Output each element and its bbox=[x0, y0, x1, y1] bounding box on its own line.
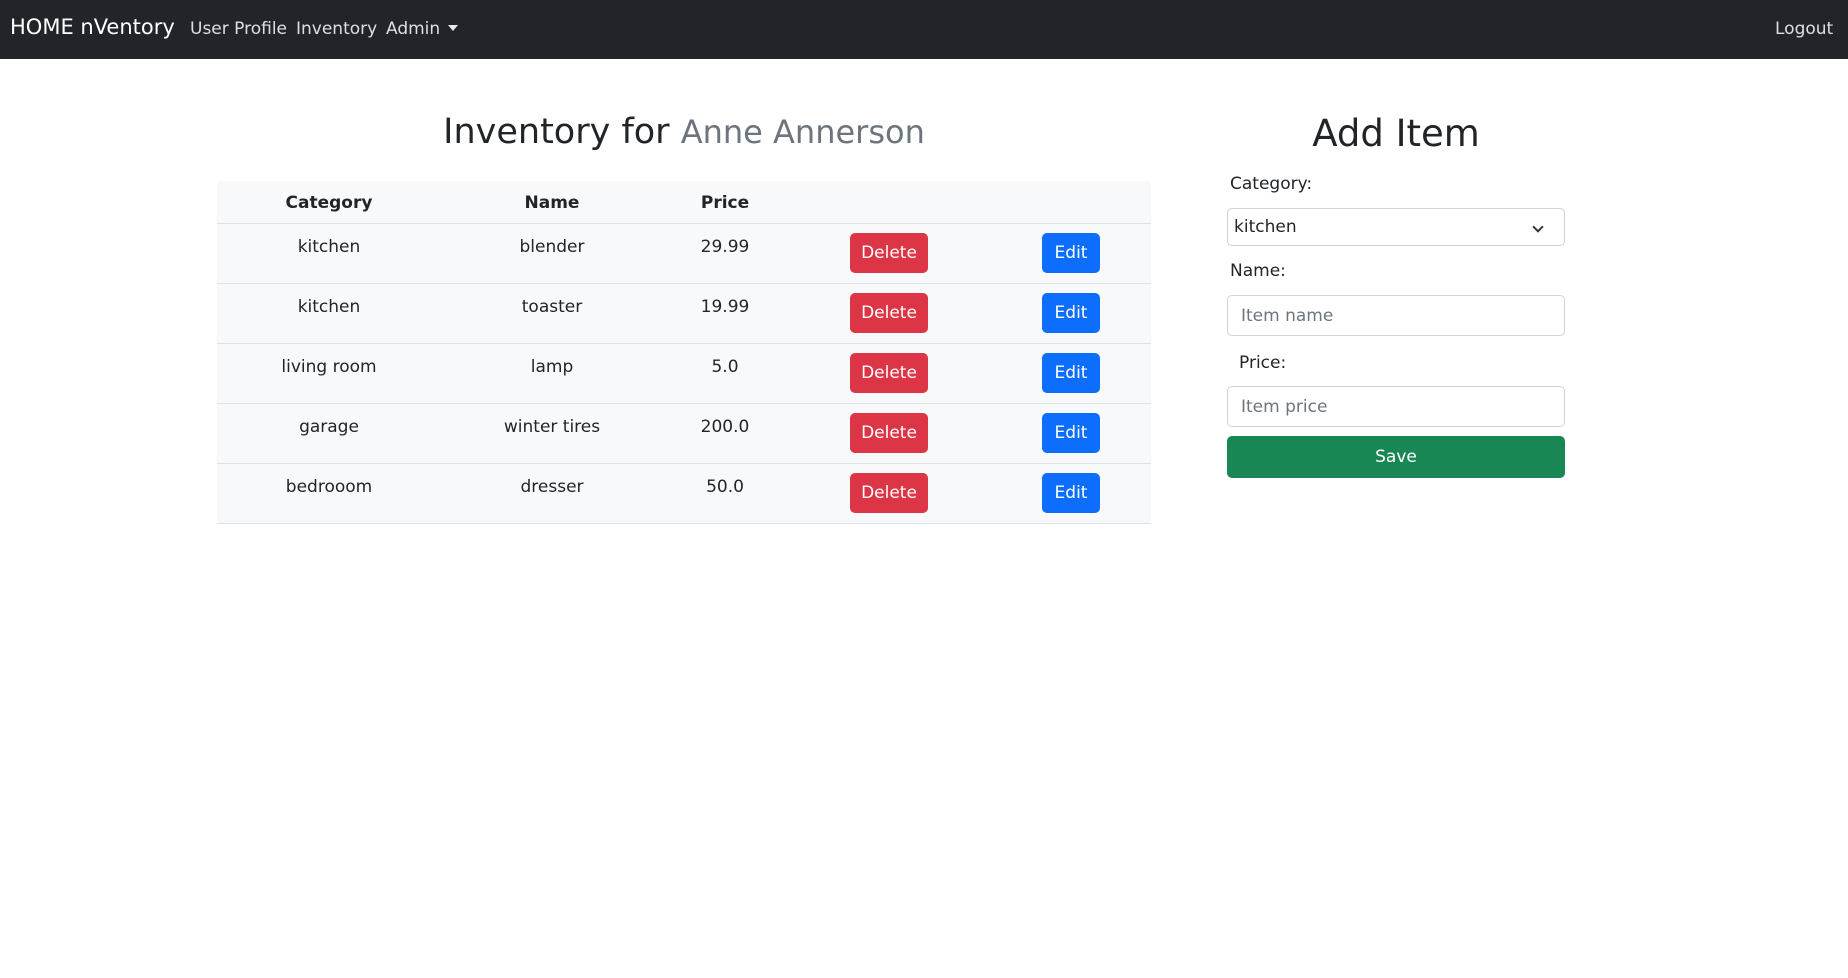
nav-admin-dropdown[interactable]: Admin bbox=[386, 19, 459, 39]
delete-button[interactable]: Delete bbox=[850, 413, 928, 453]
inventory-owner-name: Anne Annerson bbox=[680, 113, 925, 151]
name-label: Name: bbox=[1230, 261, 1286, 281]
cell-category: kitchen bbox=[297, 237, 361, 257]
cell-category: garage bbox=[299, 417, 359, 437]
nav-inventory[interactable]: Inventory bbox=[296, 19, 377, 39]
header-name: Name bbox=[524, 193, 580, 213]
table-row: living room lamp 5.0 Delete Edit bbox=[217, 344, 1151, 404]
caret-down-icon bbox=[448, 25, 459, 31]
category-select-value: kitchen bbox=[1234, 217, 1297, 237]
cell-price: 19.99 bbox=[700, 297, 750, 317]
edit-button[interactable]: Edit bbox=[1042, 293, 1100, 333]
brand-link[interactable]: HOME nVentory bbox=[10, 15, 175, 39]
cell-name: dresser bbox=[520, 477, 584, 497]
table-body: kitchen blender 29.99 Delete Edit kitchen toas… bbox=[217, 224, 1151, 524]
cell-price: 200.0 bbox=[700, 417, 750, 437]
cell-name: toaster bbox=[521, 297, 583, 317]
add-item-title: Add Item bbox=[1312, 112, 1480, 155]
cell-category: kitchen bbox=[297, 297, 361, 317]
inventory-title-prefix: Inventory for bbox=[443, 112, 670, 152]
item-name-input[interactable] bbox=[1227, 295, 1565, 336]
price-label: Price: bbox=[1239, 353, 1287, 373]
cell-name: blender bbox=[519, 237, 585, 257]
category-select[interactable]: kitchen bbox=[1227, 208, 1565, 246]
table-header-row: Category Name Price bbox=[217, 181, 1151, 224]
header-price: Price bbox=[700, 193, 750, 213]
item-price-input[interactable] bbox=[1227, 386, 1565, 427]
header-category: Category bbox=[285, 193, 373, 213]
cell-name: winter tires bbox=[503, 417, 601, 437]
cell-name: lamp bbox=[530, 357, 574, 377]
delete-button[interactable]: Delete bbox=[850, 293, 928, 333]
cell-category: bedrooom bbox=[285, 477, 373, 497]
save-button[interactable]: Save bbox=[1227, 436, 1565, 478]
nav-admin-label: Admin bbox=[386, 19, 441, 39]
edit-button[interactable]: Edit bbox=[1042, 233, 1100, 273]
delete-button[interactable]: Delete bbox=[850, 233, 928, 273]
edit-button[interactable]: Edit bbox=[1042, 413, 1100, 453]
category-label: Category: bbox=[1230, 174, 1313, 194]
inventory-table: Category Name Price kitchen blender 29.99 D… bbox=[217, 181, 1151, 524]
edit-button[interactable]: Edit bbox=[1042, 473, 1100, 513]
edit-button[interactable]: Edit bbox=[1042, 353, 1100, 393]
nav-user-profile[interactable]: User Profile bbox=[190, 19, 287, 39]
delete-button[interactable]: Delete bbox=[850, 353, 928, 393]
cell-price: 5.0 bbox=[711, 357, 739, 377]
inventory-title: Inventory for Anne Annerson bbox=[217, 112, 1151, 152]
table-row: kitchen blender 29.99 Delete Edit bbox=[217, 224, 1151, 284]
chevron-down-icon bbox=[1532, 221, 1544, 233]
nav-logout[interactable]: Logout bbox=[1775, 19, 1833, 39]
cell-price: 50.0 bbox=[706, 477, 744, 497]
table-row: garage winter tires 200.0 Delete Edit bbox=[217, 404, 1151, 464]
cell-category: living room bbox=[281, 357, 377, 377]
table-row: bedrooom dresser 50.0 Delete Edit bbox=[217, 464, 1151, 524]
cell-price: 29.99 bbox=[700, 237, 750, 257]
top-navbar: HOME nVentory User Profile Inventory Adm… bbox=[0, 0, 1848, 59]
table-row: kitchen toaster 19.99 Delete Edit bbox=[217, 284, 1151, 344]
delete-button[interactable]: Delete bbox=[850, 473, 928, 513]
